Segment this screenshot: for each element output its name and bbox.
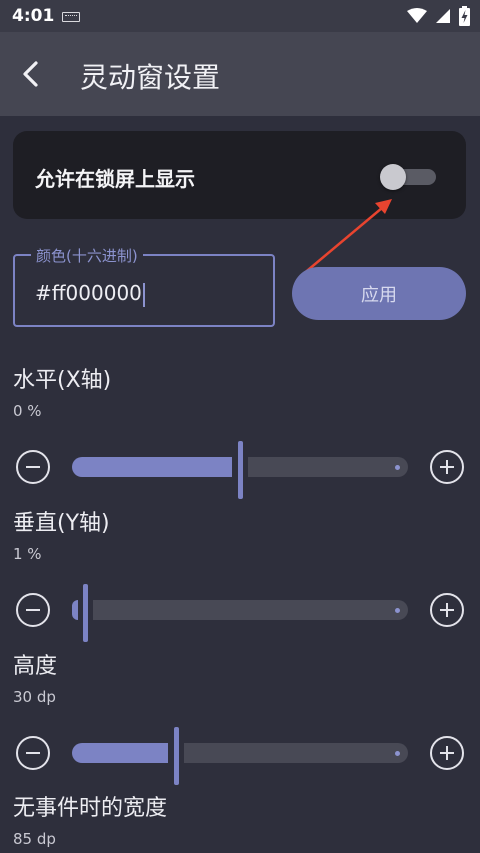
slider-inactive-track — [248, 457, 408, 477]
page-title: 灵动窗设置 — [80, 61, 221, 94]
lockscreen-label: 允许在锁屏上显示 — [35, 167, 195, 191]
slider-handle[interactable] — [83, 584, 88, 642]
slider-end-tick — [395, 608, 400, 613]
vertical-position-title: 垂直(Y轴) — [13, 511, 110, 536]
color-hex-field[interactable]: 颜色(十六进制) #ff000000 — [13, 245, 275, 327]
slider-inactive-track — [184, 743, 408, 763]
slider-active-track — [72, 600, 78, 620]
horizontal-increase-button[interactable] — [430, 450, 464, 484]
annotation-arrow — [301, 199, 392, 276]
height-slider[interactable] — [72, 727, 408, 785]
color-field-value[interactable]: #ff000000 — [35, 281, 145, 307]
horizontal-decrease-button[interactable] — [16, 450, 50, 484]
app-bar: 灵动窗设置 — [0, 32, 480, 116]
wifi-icon — [407, 8, 427, 23]
slider-active-track — [72, 743, 168, 763]
signal-icon — [436, 9, 450, 23]
vertical-increase-button[interactable] — [430, 593, 464, 627]
lockscreen-card: 允许在锁屏上显示 — [13, 131, 466, 219]
vertical-slider[interactable] — [72, 584, 408, 642]
slider-end-tick — [395, 751, 400, 756]
keyboard-icon — [62, 12, 80, 22]
vertical-decrease-button[interactable] — [16, 593, 50, 627]
height-title: 高度 — [13, 654, 58, 679]
apply-button[interactable]: 应用 — [292, 267, 466, 320]
slider-handle[interactable] — [174, 727, 179, 785]
status-bar: 4:01 — [0, 0, 480, 32]
height-value: 30 dp — [13, 688, 56, 706]
battery-charging-icon — [459, 6, 470, 26]
idle-width-title: 无事件时的宽度 — [13, 796, 168, 821]
status-icons — [407, 6, 470, 26]
lockscreen-toggle[interactable] — [380, 164, 440, 190]
vertical-position-value: 1 % — [13, 545, 42, 563]
hash-prefix: # — [35, 281, 52, 305]
color-field-label: 颜色(十六进制) — [31, 245, 143, 266]
horizontal-position-title: 水平(X轴) — [13, 368, 112, 393]
height-increase-button[interactable] — [430, 736, 464, 770]
text-cursor — [142, 282, 145, 307]
height-decrease-button[interactable] — [16, 736, 50, 770]
slider-end-tick — [395, 465, 400, 470]
toggle-thumb — [380, 164, 406, 190]
slider-inactive-track — [93, 600, 408, 620]
slider-active-track — [72, 457, 232, 477]
horizontal-position-value: 0 % — [13, 402, 42, 420]
color-hex-value: ff000000 — [51, 281, 142, 305]
idle-width-value: 85 dp — [13, 830, 56, 848]
status-time: 4:01 — [12, 6, 55, 26]
slider-handle[interactable] — [238, 441, 243, 499]
horizontal-slider[interactable] — [72, 441, 408, 499]
back-arrow-icon[interactable] — [18, 60, 46, 88]
